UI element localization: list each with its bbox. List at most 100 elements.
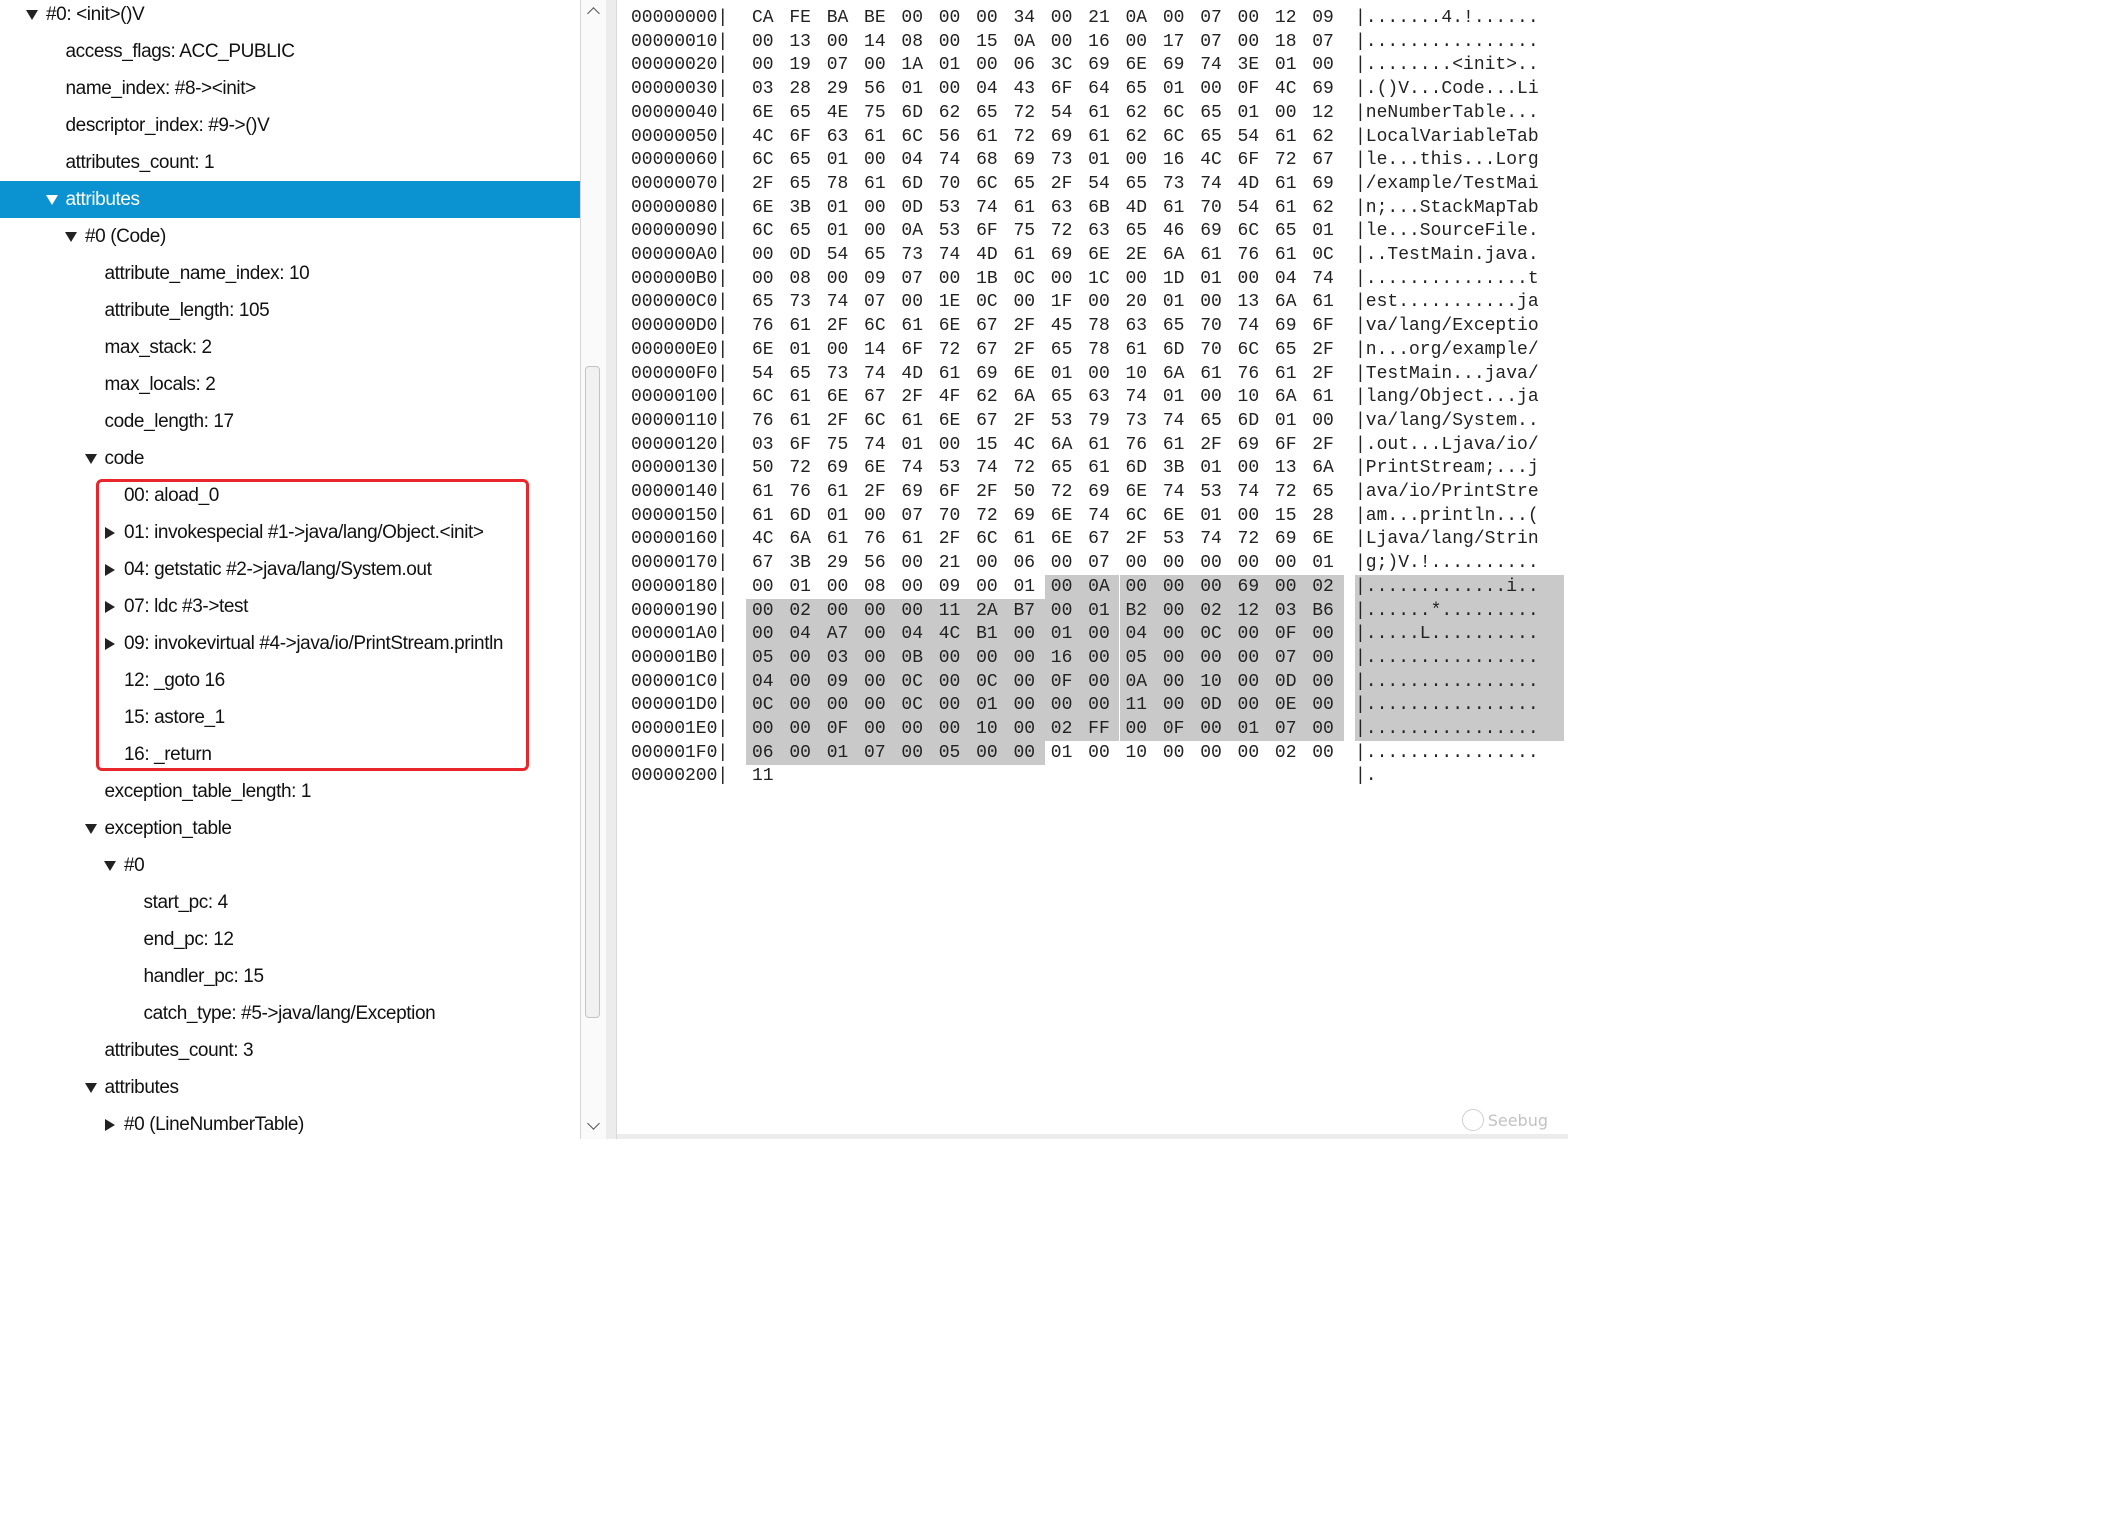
hex-byte[interactable]: 53: [933, 456, 970, 480]
hex-byte[interactable]: 00: [1306, 53, 1343, 77]
hex-byte[interactable]: 00: [1306, 622, 1344, 647]
hex-byte[interactable]: 00: [1044, 693, 1083, 718]
hex-byte[interactable]: 61: [1194, 362, 1231, 386]
hex-byte[interactable]: 00: [1231, 693, 1269, 718]
hex-byte[interactable]: 34: [1007, 6, 1044, 30]
hex-byte[interactable]: 6E: [1045, 527, 1082, 551]
hex-byte[interactable]: 6F: [1232, 148, 1269, 172]
tree-node[interactable]: access_flags: ACC_PUBLIC: [0, 33, 580, 70]
hex-byte[interactable]: 69: [1269, 314, 1306, 338]
hex-byte[interactable]: A7: [820, 622, 859, 647]
hex-byte[interactable]: 6E: [746, 101, 783, 125]
hex-byte[interactable]: 00: [1231, 669, 1269, 694]
hex-byte[interactable]: 1F: [1045, 290, 1082, 314]
hex-byte[interactable]: 00: [858, 504, 895, 528]
hex-byte[interactable]: 3B: [783, 196, 820, 220]
hex-byte[interactable]: 29: [821, 77, 858, 101]
hex-byte[interactable]: 0A: [1120, 6, 1157, 30]
tree-node[interactable]: attributes: [0, 181, 580, 218]
hex-byte[interactable]: 46: [1157, 219, 1194, 243]
tree-node[interactable]: #0 (Code): [0, 218, 580, 255]
hex-byte[interactable]: 6F: [783, 125, 820, 149]
hex-byte[interactable]: 65: [1007, 172, 1044, 196]
hex-byte[interactable]: 06: [1007, 53, 1044, 77]
hex-byte[interactable]: 4C: [1194, 148, 1231, 172]
hex-byte[interactable]: 69: [1194, 219, 1231, 243]
hex-byte[interactable]: 00: [1306, 741, 1343, 765]
hex-byte[interactable]: 00: [746, 53, 783, 77]
tree-node[interactable]: catch_type: #5->java/lang/Exception: [0, 995, 580, 1032]
hex-byte[interactable]: 1A: [895, 53, 932, 77]
hex-byte[interactable]: 13: [1232, 290, 1269, 314]
hex-byte[interactable]: 4D: [1232, 172, 1269, 196]
hex-byte[interactable]: 69: [1082, 480, 1119, 504]
hex-byte[interactable]: 6C: [746, 219, 783, 243]
hex-byte[interactable]: 2F: [858, 480, 895, 504]
hex-byte[interactable]: 00: [1082, 693, 1120, 718]
hex-byte[interactable]: 00: [1007, 645, 1045, 670]
hex-byte[interactable]: 16: [1044, 645, 1083, 670]
expanded-triangle-icon[interactable]: [83, 1069, 99, 1106]
hex-byte[interactable]: 00: [1007, 693, 1045, 718]
hex-byte[interactable]: 00: [933, 6, 970, 30]
hex-byte[interactable]: 00: [1231, 645, 1269, 670]
hex-byte[interactable]: 61: [1157, 433, 1194, 457]
hex-byte[interactable]: 61: [1157, 196, 1194, 220]
hex-byte[interactable]: 6A: [1157, 243, 1194, 267]
hex-byte[interactable]: 00: [1306, 693, 1344, 718]
tree-node[interactable]: #0: <init>()V: [0, 0, 580, 33]
hex-byte[interactable]: 4C: [1007, 433, 1044, 457]
hex-byte[interactable]: 08: [858, 575, 895, 599]
hex-byte[interactable]: 0C: [895, 693, 933, 718]
hex-byte[interactable]: 56: [858, 77, 895, 101]
hex-byte[interactable]: 00: [1120, 148, 1157, 172]
hex-byte[interactable]: 00: [1306, 409, 1343, 433]
hex-byte[interactable]: 6B: [1082, 196, 1119, 220]
hex-byte[interactable]: 00: [858, 669, 896, 694]
hex-byte[interactable]: 16: [1157, 148, 1194, 172]
hex-byte[interactable]: 70: [933, 504, 970, 528]
hex-byte[interactable]: 00: [858, 693, 896, 718]
hex-byte[interactable]: 00: [1007, 622, 1045, 647]
hex-byte[interactable]: 00: [1156, 645, 1195, 670]
hex-byte[interactable]: 69: [895, 480, 932, 504]
hex-byte[interactable]: 61: [1269, 362, 1306, 386]
hex-byte[interactable]: 6E: [1007, 362, 1044, 386]
hex-byte[interactable]: 65: [1157, 314, 1194, 338]
hex-byte[interactable]: 6F: [1045, 77, 1082, 101]
hex-byte[interactable]: 6C: [858, 409, 895, 433]
hex-byte[interactable]: 0F: [1156, 717, 1195, 741]
hex-byte[interactable]: 00: [821, 267, 858, 291]
hex-byte[interactable]: 67: [1082, 527, 1119, 551]
hex-byte[interactable]: 6E: [1306, 527, 1343, 551]
hex-byte[interactable]: 76: [1232, 362, 1269, 386]
hex-byte[interactable]: 6D: [1232, 409, 1269, 433]
hex-byte[interactable]: 01: [820, 740, 859, 765]
hex-byte[interactable]: 07: [858, 290, 895, 314]
hex-byte[interactable]: 00: [1269, 101, 1306, 125]
hex-byte[interactable]: 04: [746, 669, 784, 694]
hex-byte[interactable]: 73: [1120, 409, 1157, 433]
hex-byte[interactable]: 28: [1306, 504, 1343, 528]
hex-byte[interactable]: 02: [783, 598, 821, 623]
hex-byte[interactable]: 01: [821, 196, 858, 220]
hex-byte[interactable]: 6D: [783, 504, 820, 528]
hex-byte[interactable]: 63: [1120, 314, 1157, 338]
hex-byte[interactable]: 6E: [1157, 504, 1194, 528]
hex-byte[interactable]: 4C: [1269, 77, 1306, 101]
hex-byte[interactable]: 74: [1082, 504, 1119, 528]
hex-byte[interactable]: 4C: [746, 125, 783, 149]
hex-byte[interactable]: 6C: [1157, 101, 1194, 125]
hex-byte[interactable]: 65: [1194, 101, 1231, 125]
tree-node[interactable]: name_index: #8-><init>: [0, 70, 580, 107]
tree-node[interactable]: max_locals: 2: [0, 366, 580, 403]
hex-byte[interactable]: 0E: [1268, 693, 1307, 718]
hex-byte[interactable]: 65: [1194, 409, 1231, 433]
hex-byte[interactable]: 21: [933, 551, 970, 575]
hex-byte[interactable]: 6C: [1120, 504, 1157, 528]
tree-node[interactable]: attributes_count: 1: [0, 144, 580, 181]
hex-byte[interactable]: 00: [746, 622, 784, 647]
hex-byte[interactable]: 61: [821, 527, 858, 551]
hex-byte[interactable]: 6A: [1007, 385, 1044, 409]
hex-byte[interactable]: 67: [970, 314, 1007, 338]
